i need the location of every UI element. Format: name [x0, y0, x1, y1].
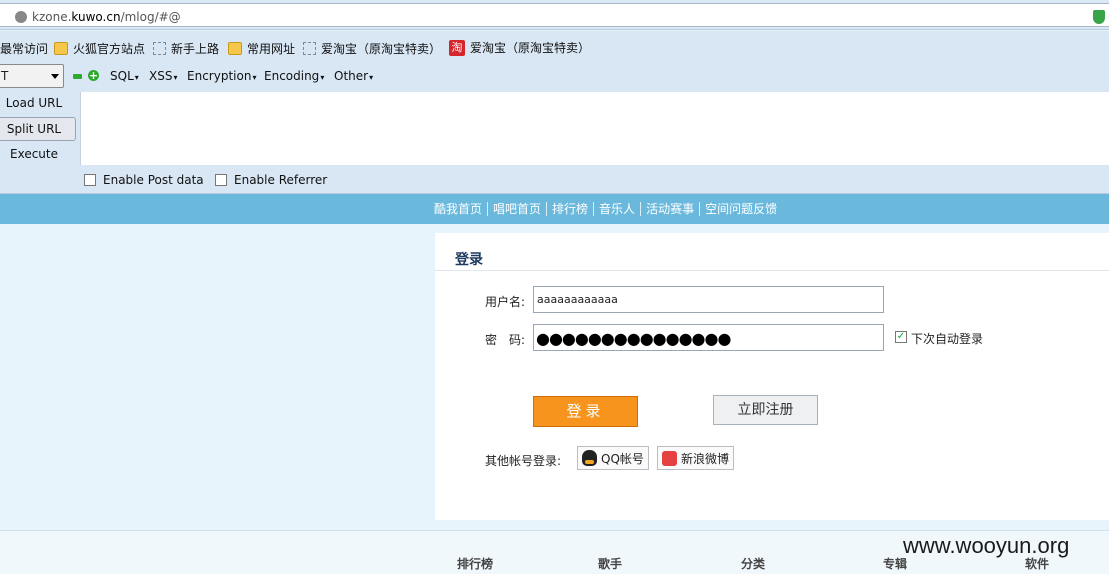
auto-login-label[interactable]: 下次自动登录: [911, 330, 983, 347]
nav-changba-home[interactable]: 唱吧首页: [487, 202, 546, 216]
load-url-button[interactable]: Load URL: [0, 92, 76, 116]
hackbar-toolbar: T + SQL XSS Encryption Encoding Other: [0, 62, 1109, 92]
footer-categories-link[interactable]: 分类: [741, 555, 765, 572]
chevron-down-icon: [51, 74, 59, 79]
hackbar-url-textarea[interactable]: [80, 92, 1109, 165]
auto-login-checkbox[interactable]: ✓: [895, 331, 907, 343]
checkbox-box[interactable]: [84, 174, 96, 186]
footer-charts-link[interactable]: 排行榜: [457, 555, 493, 572]
bookmarks-bar: 最常访问 火狐官方站点 新手上路 常用网址 爱淘宝（原淘宝特卖） 淘爱淘宝（原淘…: [0, 31, 1109, 62]
menu-encryption[interactable]: Encryption: [187, 69, 256, 83]
login-title: 登录: [455, 252, 483, 268]
watermark-text: www.wooyun.org: [903, 533, 1070, 558]
hackbar-select[interactable]: T: [0, 64, 64, 88]
register-button[interactable]: 立即注册: [713, 395, 818, 425]
divider: [435, 270, 1109, 271]
bookmark-getting-started[interactable]: 新手上路: [153, 40, 219, 57]
nav-feedback[interactable]: 空间问题反馈: [699, 202, 782, 216]
weibo-login-button[interactable]: 新浪微博: [657, 446, 735, 470]
login-panel: 登录 用户名: aaaaaaaaaaaa 密 码: ●●●●●●●●●●●●●●…: [435, 233, 1109, 520]
hackbar-panel: Load URL Split URL Execute Enable Post d…: [0, 92, 1109, 194]
menu-xss[interactable]: XSS: [149, 69, 177, 83]
password-value: ●●●●●●●●●●●●●●●: [536, 329, 731, 348]
url-text: kzone.kuwo.cn/mlog/#@: [32, 10, 181, 24]
site-nav: 酷我首页 唱吧首页 排行榜 音乐人 活动赛事 空间问题反馈: [0, 194, 1109, 224]
url-input[interactable]: kzone.kuwo.cn/mlog/#@: [0, 3, 1109, 27]
username-input[interactable]: aaaaaaaaaaaa: [533, 286, 884, 313]
bookmark-common-sites[interactable]: 常用网址: [228, 40, 295, 57]
split-url-button[interactable]: Split URL: [0, 117, 76, 141]
menu-encoding[interactable]: Encoding: [264, 69, 324, 83]
dashed-box-icon: [153, 42, 166, 55]
bookmark-aitaobao-2[interactable]: 淘爱淘宝（原淘宝特卖）: [449, 39, 590, 56]
nav-kuwo-home[interactable]: 酷我首页: [434, 202, 487, 216]
menu-sql[interactable]: SQL: [110, 69, 139, 83]
address-bar: kzone.kuwo.cn/mlog/#@: [0, 0, 1109, 30]
plus-icon[interactable]: +: [88, 70, 99, 81]
nav-events[interactable]: 活动赛事: [640, 202, 699, 216]
password-input[interactable]: ●●●●●●●●●●●●●●●: [533, 324, 884, 351]
hackbar-select-value: T: [1, 69, 9, 83]
enable-referrer-checkbox[interactable]: Enable Referrer: [215, 173, 327, 187]
checkbox-box[interactable]: [215, 174, 227, 186]
login-button[interactable]: 登录: [533, 396, 638, 427]
password-label: 密 码:: [485, 333, 526, 347]
qq-icon: [582, 450, 597, 466]
folder-icon: [54, 42, 68, 55]
nav-charts[interactable]: 排行榜: [546, 202, 593, 216]
nav-musicians[interactable]: 音乐人: [593, 202, 640, 216]
bookmark-aitaobao-1[interactable]: 爱淘宝（原淘宝特卖）: [303, 40, 441, 57]
minus-icon[interactable]: [73, 74, 82, 79]
username-value: aaaaaaaaaaaa: [537, 293, 618, 306]
execute-button[interactable]: Execute: [0, 143, 76, 167]
enable-post-data-checkbox[interactable]: Enable Post data: [84, 173, 204, 187]
shield-icon[interactable]: [1093, 10, 1105, 24]
username-label: 用户名:: [485, 295, 526, 309]
other-login-label: 其他帐号登录:: [485, 454, 562, 468]
footer-singers-link[interactable]: 歌手: [598, 555, 622, 572]
menu-other[interactable]: Other: [334, 69, 373, 83]
qq-login-button[interactable]: QQ帐号: [577, 446, 649, 470]
bookmark-most-visited[interactable]: 最常访问: [0, 40, 48, 57]
taobao-icon: 淘: [449, 39, 465, 56]
weibo-icon: [662, 450, 677, 466]
bookmark-firefox-sites[interactable]: 火狐官方站点: [54, 40, 145, 57]
globe-icon: [15, 11, 27, 23]
folder-icon: [228, 42, 242, 55]
dashed-box-icon: [303, 42, 316, 55]
